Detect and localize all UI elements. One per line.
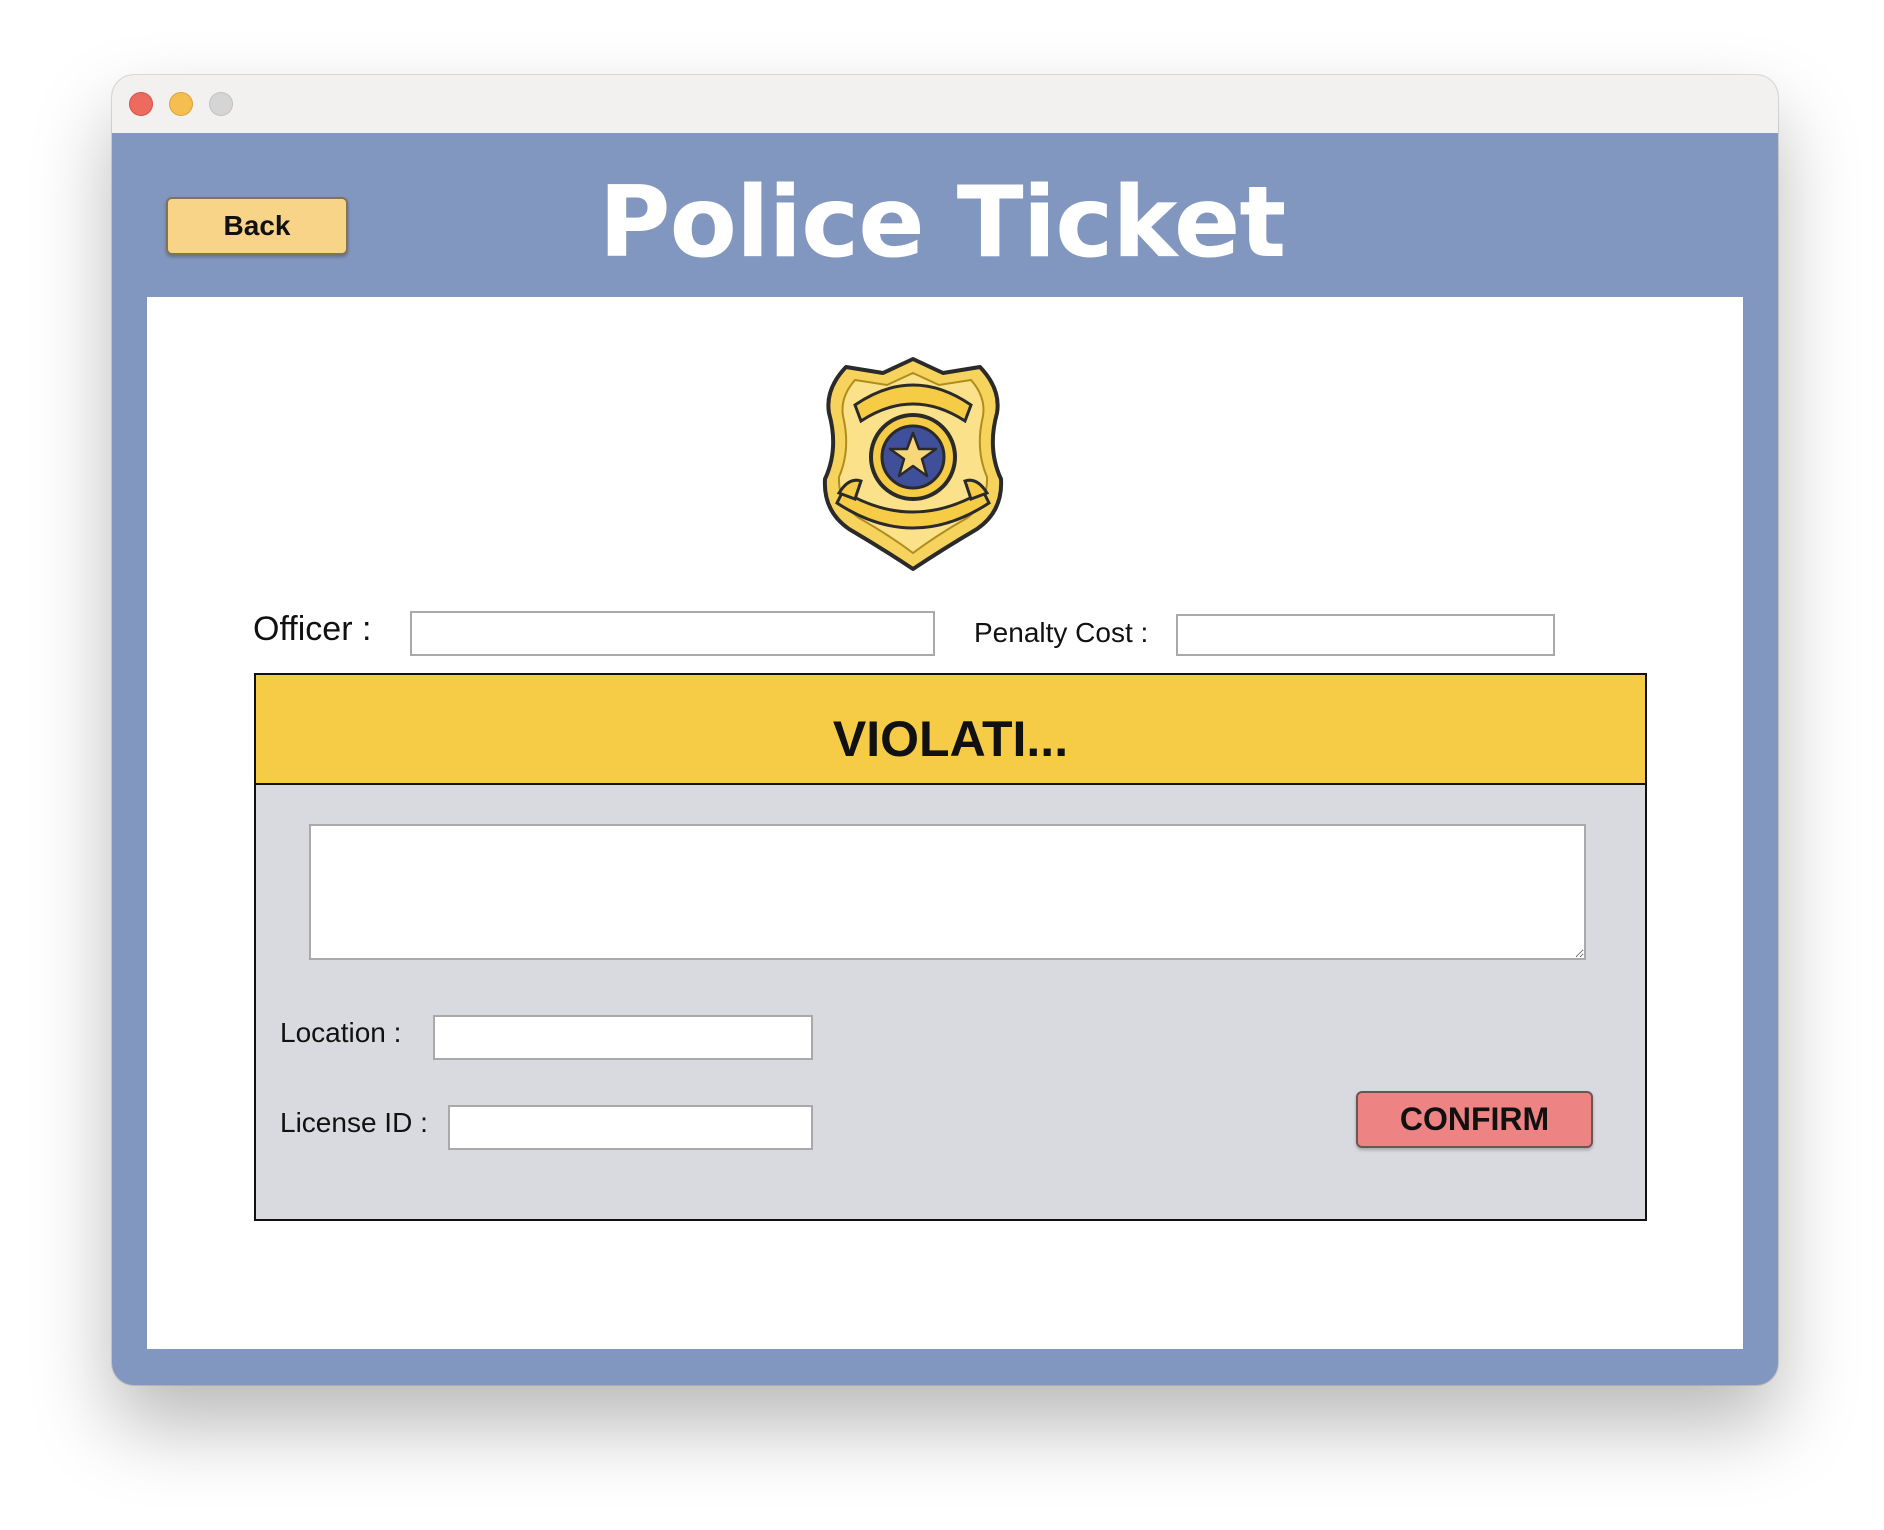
penalty-cost-input[interactable]	[1176, 614, 1555, 656]
header-bar: Back Police Ticket	[112, 133, 1778, 297]
penalty-cost-label: Penalty Cost :	[974, 617, 1149, 648]
police-badge-icon	[822, 357, 1004, 571]
location-label: Location :	[280, 1017, 402, 1048]
violation-text-area[interactable]	[309, 824, 1586, 960]
minimize-window-button[interactable]	[169, 92, 193, 116]
main-content: Officer : Penalty Cost : VIOLATI... Loca…	[147, 297, 1743, 1349]
officer-input[interactable]	[410, 611, 935, 656]
app-window: Back Police Ticket Officer : Penalty Cos…	[112, 75, 1778, 1385]
close-window-button[interactable]	[129, 92, 153, 116]
page-title: Police Ticket	[598, 166, 1286, 280]
zoom-window-button[interactable]	[209, 92, 233, 116]
location-input[interactable]	[433, 1015, 813, 1060]
officer-label: Officer :	[253, 610, 372, 648]
confirm-button[interactable]: CONFIRM	[1356, 1091, 1593, 1148]
violation-title: VIOLATI...	[832, 711, 1069, 767]
title-bar	[112, 75, 1778, 134]
license-id-label: License ID :	[280, 1107, 428, 1138]
violation-panel: VIOLATI... Location : License ID : CONFI…	[254, 673, 1647, 1221]
license-id-input[interactable]	[448, 1105, 813, 1150]
back-button[interactable]: Back	[166, 197, 348, 255]
violation-header: VIOLATI...	[256, 675, 1645, 785]
